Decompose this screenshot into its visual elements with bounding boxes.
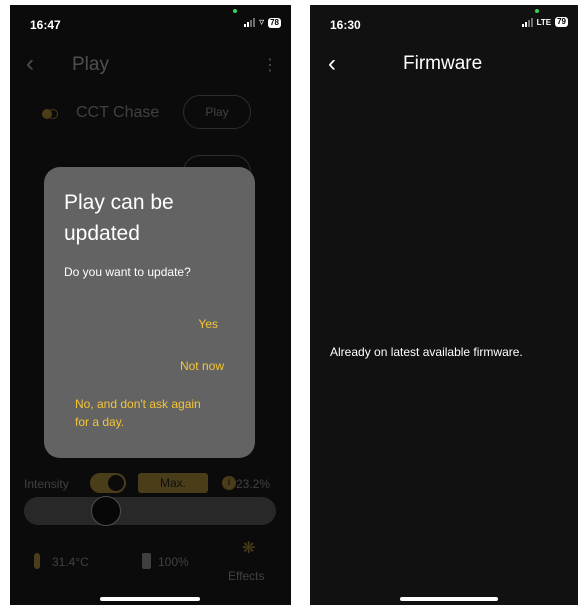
cct-chase-icon <box>42 109 58 119</box>
info-icon[interactable]: i <box>222 476 236 490</box>
wifi-icon: ▿ <box>259 17 265 28</box>
not-now-button[interactable]: Not now <box>180 359 224 373</box>
kebab-menu-icon[interactable]: ⋮ <box>262 55 278 75</box>
firmware-status-message: Already on latest available firmware. <box>330 345 523 359</box>
slider-knob[interactable] <box>90 496 121 526</box>
page-title: Play <box>72 54 109 75</box>
status-time: 16:47 <box>30 18 61 32</box>
temperature-value: 31.4°C <box>52 555 89 569</box>
effects-icon[interactable]: ❋ <box>242 538 255 558</box>
chevron-left-icon[interactable]: ‹ <box>26 52 34 76</box>
page-title: Firmware <box>403 53 483 74</box>
privacy-indicator-dot <box>233 9 237 13</box>
effects-tab[interactable]: Effects <box>228 569 264 583</box>
dialog-title: Play can be updated <box>64 191 174 245</box>
signal-icon <box>244 18 256 27</box>
update-dialog: Play can be updated Do you want to updat… <box>44 167 255 458</box>
phone-screen-firmware: 16:30 LTE 79 ‹ Firmware Already on lates… <box>310 5 578 605</box>
phone-screen-play: 16:47 ▿ 78 ‹ Play ⋮ CCT Chase Play Inten… <box>10 5 291 605</box>
status-time: 16:30 <box>330 18 361 32</box>
network-type: LTE <box>536 17 552 27</box>
intensity-label: Intensity <box>24 477 69 491</box>
yes-button[interactable]: Yes <box>198 317 218 331</box>
intensity-value: 23.2% <box>236 477 271 491</box>
effect-label: CCT Chase <box>76 104 160 121</box>
status-icons: LTE 79 <box>521 17 568 27</box>
play-button[interactable]: Play <box>183 95 251 129</box>
battery-icon: 79 <box>555 17 568 27</box>
battery-icon: 78 <box>268 17 281 28</box>
chevron-left-icon[interactable]: ‹ <box>328 52 336 76</box>
status-icons: ▿ 78 <box>244 17 281 28</box>
home-indicator[interactable] <box>400 597 498 601</box>
intensity-slider[interactable] <box>24 496 276 526</box>
battery-level-icon <box>142 553 151 569</box>
no-dont-ask-button[interactable]: No, and don't ask again for a day. <box>75 395 215 431</box>
dialog-message: Do you want to update? <box>64 265 191 279</box>
max-button[interactable]: Max. <box>138 473 208 493</box>
home-indicator[interactable] <box>100 597 200 601</box>
thermometer-icon <box>34 553 40 569</box>
privacy-indicator-dot <box>535 9 539 13</box>
intensity-toggle[interactable] <box>90 473 126 493</box>
battery-level-value: 100% <box>158 555 189 569</box>
signal-icon <box>521 17 533 27</box>
